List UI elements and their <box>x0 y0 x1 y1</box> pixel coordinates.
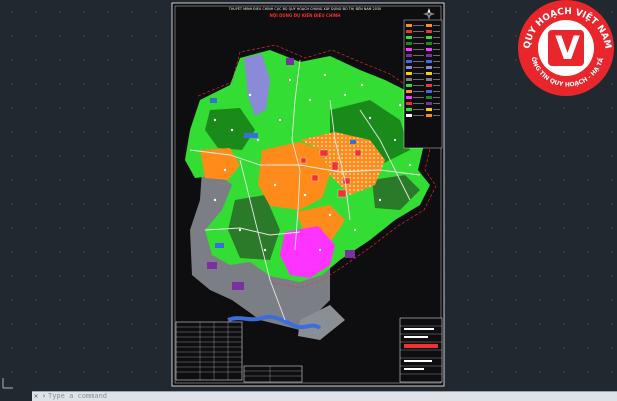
legend-panel <box>403 19 443 149</box>
title-block <box>399 317 443 383</box>
land-use-table <box>175 321 243 381</box>
sheet-title: THUYẾT MINH ĐIỀU CHỈNH CỤC BỘ QUY HOẠCH … <box>228 7 382 11</box>
logo-letter: V <box>555 29 580 67</box>
revision-table <box>243 365 303 383</box>
command-input[interactable]: Type a command <box>48 392 107 400</box>
logo-text-layer: QUY HOẠCH VIỆT NAM THÔNG TIN QUY HOẠCH -… <box>523 7 613 89</box>
sheet-subtitle: NỘI DUNG DỰ KIẾN ĐIỀU CHỈNH <box>269 13 341 18</box>
